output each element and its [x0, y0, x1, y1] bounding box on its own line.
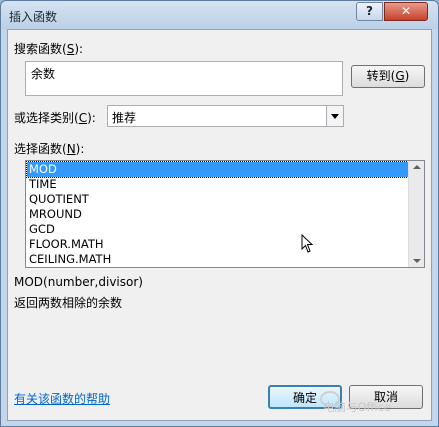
- list-item[interactable]: FLOOR.MATH: [27, 237, 408, 252]
- watermark-text: 电脑与Office: [323, 400, 392, 414]
- function-signature: MOD(number,divisor): [14, 275, 143, 289]
- list-item[interactable]: GCD: [27, 222, 408, 237]
- list-scrollbar[interactable]: [408, 161, 424, 267]
- list-item[interactable]: MOD: [26, 161, 409, 178]
- chevron-down-icon[interactable]: [326, 106, 343, 126]
- category-selected-value: 推荐: [112, 111, 137, 125]
- dialog-body: 搜索函数(S): 余数 转到(G) 或选择类别(C): 推荐 选择函数(N): …: [7, 29, 432, 421]
- close-button[interactable]: ✕: [384, 2, 428, 21]
- list-item[interactable]: MROUND: [27, 207, 408, 222]
- insert-function-dialog: 插入函数 ? ✕ 搜索函数(S): 余数 转到(G) 或选择类别(C): 推荐 …: [0, 0, 439, 427]
- mouse-cursor-icon: [301, 234, 314, 253]
- function-list[interactable]: MOD TIME QUOTIENT MROUND GCD FLOOR.MATH …: [25, 160, 425, 268]
- scroll-up-arrow-icon[interactable]: [413, 165, 421, 169]
- goto-button[interactable]: 转到(G): [351, 65, 425, 88]
- function-description: 返回两数相除的余数: [14, 296, 123, 310]
- scroll-down-arrow-icon[interactable]: [413, 259, 421, 263]
- search-label: 搜索函数(S):: [14, 42, 84, 56]
- list-item[interactable]: TIME: [27, 177, 408, 192]
- category-label: 或选择类别(C):: [14, 111, 96, 125]
- title-bar[interactable]: 插入函数 ? ✕: [1, 1, 438, 29]
- list-item[interactable]: QUOTIENT: [27, 192, 408, 207]
- list-item[interactable]: CEILING.MATH: [27, 252, 408, 267]
- function-list-label: 选择函数(N):: [14, 142, 85, 156]
- category-select[interactable]: 推荐: [107, 105, 344, 127]
- search-input[interactable]: 余数: [25, 61, 343, 96]
- function-help-link[interactable]: 有关该函数的帮助: [14, 390, 110, 407]
- dialog-title: 插入函数: [9, 10, 58, 24]
- help-button[interactable]: ?: [356, 2, 383, 21]
